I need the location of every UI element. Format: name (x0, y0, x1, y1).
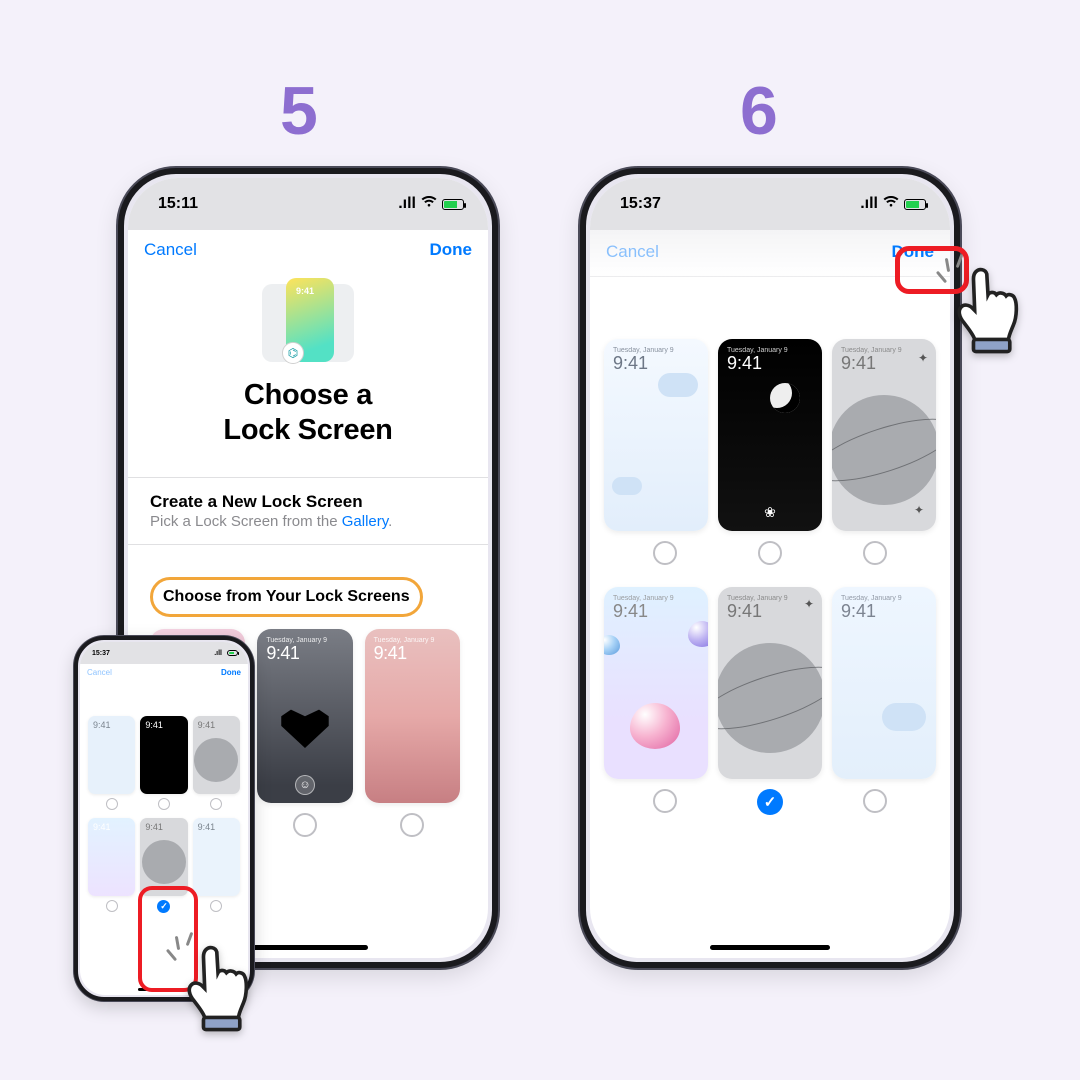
wallpaper-thumb[interactable]: 9:41 (140, 716, 187, 794)
battery-icon (904, 199, 926, 210)
create-subtitle: Pick a Lock Screen from the Gallery. (150, 513, 466, 530)
done-button[interactable]: Done (430, 240, 473, 260)
wallpaper-thumb[interactable]: Tuesday, January 9 9:41 ☺ (257, 629, 352, 803)
radio-unselected[interactable] (210, 900, 222, 912)
cancel-button[interactable]: Cancel (606, 242, 659, 262)
wallpaper-thumb[interactable]: Tuesday, January 99:41 (604, 587, 708, 779)
wallpaper-thumb-selected[interactable]: 9:41 (140, 818, 187, 896)
cancel-button[interactable]: Cancel (144, 240, 197, 260)
wallpaper-thumb[interactable]: 9:41 (193, 716, 240, 794)
radio-unselected[interactable] (210, 798, 222, 810)
status-time: 15:37 (620, 195, 661, 213)
radio-unselected[interactable] (653, 541, 677, 565)
wifi-icon (421, 195, 437, 213)
hero-cards-icon: 9:41 ⌬ (258, 278, 358, 362)
radio-unselected[interactable] (863, 541, 887, 565)
done-button[interactable]: Done (892, 242, 935, 262)
status-icons: .ıll (398, 195, 464, 213)
radio-selected[interactable]: ✓ (757, 789, 783, 815)
nav-bar: Cancel Done (590, 230, 950, 277)
create-title: Create a New Lock Screen (150, 492, 466, 512)
wallpaper-thumb[interactable]: 9:41 (88, 716, 135, 794)
tap-pointer-icon (948, 262, 1028, 354)
phone-mockup-step6: 15:37 .ıll Cancel Done Tuesday, January … (580, 168, 960, 968)
wallpaper-thumb-selected[interactable]: Tuesday, January 99:41 ✦ (718, 587, 822, 779)
step-number-6: 6 (740, 72, 778, 150)
radio-unselected[interactable] (106, 798, 118, 810)
paw-icon: ❀ (764, 504, 776, 521)
gallery-link[interactable]: Gallery (342, 513, 388, 530)
cancel-button[interactable]: Cancel (87, 668, 112, 677)
home-indicator (710, 945, 830, 950)
status-time: 15:11 (158, 195, 198, 213)
radio-unselected[interactable] (106, 900, 118, 912)
home-indicator (248, 945, 368, 950)
tap-pointer-icon (178, 940, 258, 1032)
wallpaper-thumb[interactable]: Tuesday, January 99:41 (604, 339, 708, 531)
nav-bar: Cancel Done (80, 664, 248, 682)
wallpaper-thumb[interactable]: 9:41 (88, 818, 135, 896)
wallpaper-thumb[interactable]: 9:41 (193, 818, 240, 896)
bike-focus-icon: ⌬ (282, 342, 304, 364)
radio-unselected[interactable] (400, 813, 424, 837)
step-number-5: 5 (280, 72, 318, 150)
choose-from-lockscreens-label: Choose from Your Lock Screens (150, 577, 423, 617)
radio-unselected[interactable] (293, 813, 317, 837)
radio-unselected[interactable] (158, 798, 170, 810)
wallpaper-thumb[interactable]: Tuesday, January 99:41 ✦ ✦ (832, 339, 936, 531)
done-button[interactable]: Done (221, 668, 241, 677)
page-title: Choose a Lock Screen (223, 378, 392, 449)
wallpaper-thumb[interactable]: Tuesday, January 9 9:41 (365, 629, 460, 803)
wallpaper-grid: Tuesday, January 99:41 Tuesday, January … (604, 339, 936, 531)
emoji-icon: ☺ (295, 775, 315, 795)
nav-bar: Cancel Done (128, 230, 488, 272)
status-bar: 15:37 .ıll (590, 178, 950, 230)
status-time: 15:37 (92, 650, 110, 657)
wallpaper-thumb[interactable]: Tuesday, January 99:41 (832, 587, 936, 779)
wallpaper-thumb[interactable]: Tuesday, January 99:41 ❀ (718, 339, 822, 531)
hero: 9:41 ⌬ Choose a Lock Screen (128, 272, 488, 463)
radio-unselected[interactable] (653, 789, 677, 813)
wifi-icon (883, 195, 899, 213)
create-section: Create a New Lock Screen Pick a Lock Scr… (128, 477, 488, 530)
battery-icon (227, 650, 238, 656)
battery-icon (442, 199, 464, 210)
wallpaper-grid: Tuesday, January 99:41 Tuesday, January … (604, 587, 936, 779)
status-icons: .ıll (860, 195, 926, 213)
status-bar: 15:11 .ıll (128, 178, 488, 230)
radio-unselected[interactable] (758, 541, 782, 565)
signal-icon: .ıll (398, 195, 416, 213)
status-bar: 15:37 .ıll (80, 642, 248, 664)
radio-unselected[interactable] (863, 789, 887, 813)
signal-icon: .ıll (860, 195, 878, 213)
radio-selected[interactable]: ✓ (157, 900, 170, 913)
